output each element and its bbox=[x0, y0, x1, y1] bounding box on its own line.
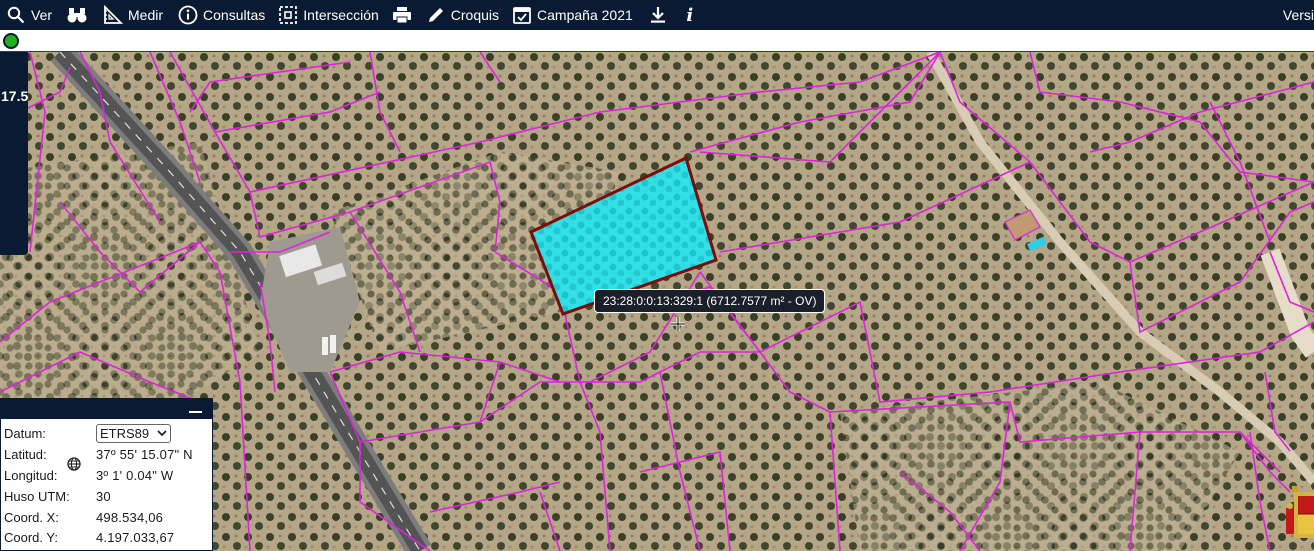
datum-label: Datum: bbox=[4, 426, 46, 441]
download-button[interactable] bbox=[647, 4, 669, 26]
chevron-down-icon bbox=[157, 430, 167, 437]
print-button[interactable] bbox=[391, 4, 413, 26]
print-icon bbox=[391, 4, 413, 26]
info-i-icon: i bbox=[686, 4, 694, 26]
medir-button[interactable]: Medir bbox=[102, 4, 163, 26]
coordinates-panel-header bbox=[1, 399, 212, 419]
download-icon bbox=[647, 4, 669, 26]
ver-label: Ver bbox=[31, 7, 53, 23]
top-toolbar: Ver Medir Consultas Intersección Croquis bbox=[0, 0, 1314, 30]
pencil-icon bbox=[425, 4, 447, 26]
coord-y-value: 4.197.033,67 bbox=[96, 530, 175, 545]
binoculars-button[interactable] bbox=[66, 4, 88, 26]
consultas-label: Consultas bbox=[203, 7, 266, 23]
search-icon bbox=[5, 4, 27, 26]
calendar-icon bbox=[511, 4, 533, 26]
zoom-panel: 17.5 bbox=[0, 52, 28, 255]
connection-status-indicator bbox=[3, 33, 19, 49]
medir-label: Medir bbox=[128, 7, 164, 23]
croquis-label: Croquis bbox=[450, 7, 500, 23]
coord-x-value: 498.534,06 bbox=[96, 510, 164, 525]
parcel-tooltip: 23:28:0:0:13:329:1 (6712.7577 m² - OV) bbox=[594, 289, 826, 313]
coat-of-arms-icon bbox=[1286, 486, 1314, 538]
datum-value: ETRS89 bbox=[100, 426, 150, 441]
minimize-button[interactable] bbox=[189, 403, 202, 415]
binoculars-icon bbox=[66, 4, 88, 26]
croquis-button[interactable]: Croquis bbox=[425, 4, 499, 26]
ruler-icon bbox=[102, 4, 124, 26]
status-strip bbox=[0, 30, 1314, 52]
consultas-button[interactable]: Consultas bbox=[177, 4, 265, 26]
interseccion-button[interactable]: Intersección bbox=[277, 4, 379, 26]
longitude-label: Longitud: bbox=[4, 468, 58, 483]
coordinates-panel: Datum: ETRS89 Latitud: 37º 55' 15.07" N … bbox=[0, 398, 213, 551]
campana-button[interactable]: Campaña 2021 bbox=[511, 4, 633, 26]
version-label: Versi bbox=[1282, 7, 1314, 23]
info-button[interactable]: i bbox=[679, 4, 701, 26]
intersection-icon bbox=[277, 4, 299, 26]
info-circle-icon bbox=[177, 4, 199, 26]
campana-label: Campaña 2021 bbox=[537, 7, 633, 23]
coord-y-label: Coord. Y: bbox=[4, 530, 58, 545]
huso-utm-value: 30 bbox=[96, 489, 111, 504]
latitude-value: 37º 55' 15.07" N bbox=[96, 447, 193, 462]
datum-select[interactable]: ETRS89 bbox=[96, 424, 171, 443]
longitude-value: 3º 1' 0.04" W bbox=[96, 468, 174, 483]
zoom-level: 17.5 bbox=[1, 88, 29, 104]
latitude-label: Latitud: bbox=[4, 447, 47, 462]
coord-x-label: Coord. X: bbox=[4, 510, 59, 525]
interseccion-label: Intersección bbox=[303, 7, 379, 23]
crosshair-cursor-icon bbox=[671, 317, 685, 331]
ver-button[interactable]: Ver bbox=[5, 4, 52, 26]
huso-utm-label: Huso UTM: bbox=[4, 489, 70, 504]
globe-icon[interactable] bbox=[67, 457, 81, 471]
